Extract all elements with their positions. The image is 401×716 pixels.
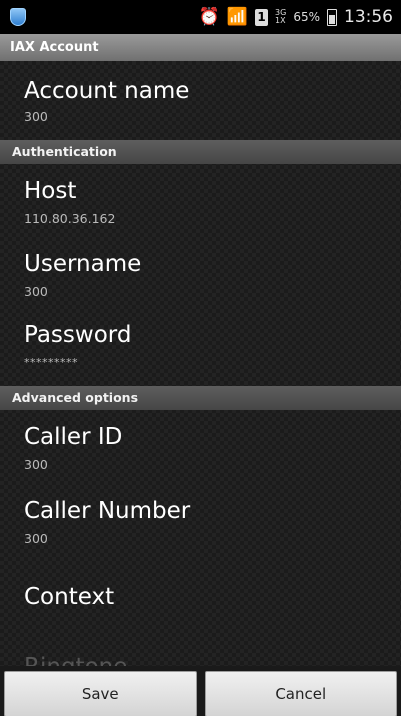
pref-account-name[interactable]: Account name 300	[0, 61, 401, 146]
pref-summary: *********	[24, 356, 78, 369]
shield-app-icon	[10, 8, 26, 26]
cancel-button[interactable]: Cancel	[204, 671, 397, 716]
section-header-authentication: Authentication	[0, 140, 401, 164]
pref-title: Password	[24, 322, 132, 348]
pref-caller-id[interactable]: Caller ID 300	[0, 410, 401, 484]
status-bar: ⏰ 📶 1 3G 1X 65% 13:56	[0, 0, 401, 34]
pref-summary: 300	[24, 457, 48, 472]
sim-indicator: 1	[255, 8, 269, 26]
pref-summary: 300	[24, 109, 48, 124]
pref-title: Context	[24, 584, 115, 610]
button-bar: Save Cancel	[0, 666, 401, 716]
battery-percent: 65%	[293, 10, 320, 24]
pref-context[interactable]: Context	[0, 562, 401, 634]
pref-title: Ringtone	[24, 654, 127, 666]
pref-title: Account name	[24, 78, 190, 104]
save-button[interactable]: Save	[4, 671, 197, 716]
pref-summary: 300	[24, 531, 48, 546]
wifi-icon: 📶	[226, 6, 249, 27]
page-title: IAX Account	[0, 34, 401, 61]
section-header-advanced: Advanced options	[0, 386, 401, 410]
pref-caller-number[interactable]: Caller Number 300	[0, 484, 401, 562]
pref-title: Caller ID	[24, 424, 123, 450]
pref-title: Host	[24, 178, 77, 204]
pref-summary: 110.80.36.162	[24, 211, 116, 226]
pref-title: Username	[24, 251, 142, 277]
battery-icon	[327, 8, 337, 26]
alarm-clock-icon: ⏰	[198, 6, 220, 27]
pref-summary: 300	[24, 284, 48, 299]
pref-title: Caller Number	[24, 498, 191, 524]
pref-username[interactable]: Username 300	[0, 237, 401, 308]
pref-password[interactable]: Password *********	[0, 308, 401, 386]
preferences-list[interactable]: Account name 300 Authentication Host 110…	[0, 61, 401, 666]
network-type-indicator: 3G 1X	[275, 8, 287, 25]
pref-host[interactable]: Host 110.80.36.162	[0, 164, 401, 237]
pref-ringtone[interactable]: Ringtone	[0, 634, 401, 666]
status-time: 13:56	[344, 7, 393, 27]
